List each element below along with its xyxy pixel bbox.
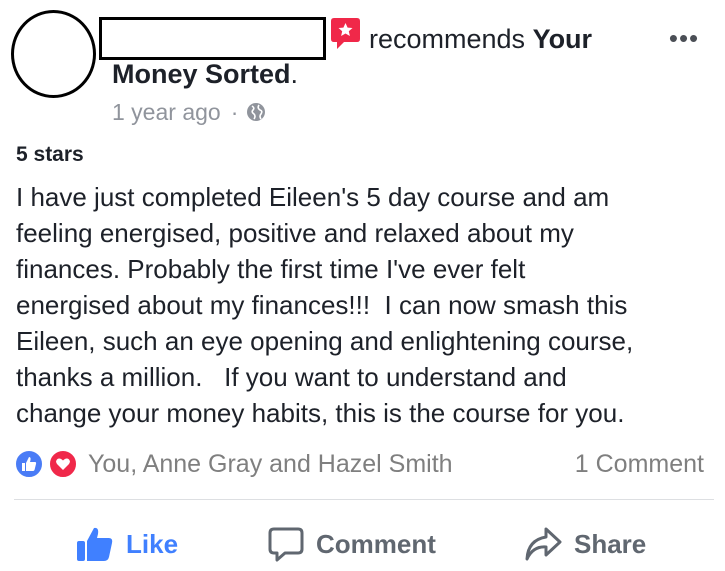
review-line: Eileen, such an eye opening and enlighte… <box>16 326 634 356</box>
review-line: I have just completed Eileen's 5 day cou… <box>16 182 610 212</box>
thumbs-up-icon <box>77 527 113 561</box>
reactions-summary: You, Anne Gray and Hazel Smith 1 Comment <box>14 446 714 482</box>
page-name-link-continued[interactable]: Money Sorted <box>112 59 291 89</box>
review-line: change your money habits, this is the co… <box>16 398 625 428</box>
globe-icon <box>247 103 266 121</box>
period: . <box>290 59 299 89</box>
review-line: feeling energised, positive and relaxed … <box>16 218 574 248</box>
review-line: finances. Probably the first time I've e… <box>16 254 526 284</box>
recommends-text: recommends <box>369 24 533 54</box>
review-text: I have just completed Eileen's 5 day cou… <box>16 179 716 431</box>
post-meta: 1 year ago · <box>112 98 266 126</box>
comment-label: Comment <box>316 528 436 559</box>
love-reaction-icon <box>48 449 78 479</box>
share-label: Share <box>574 528 647 559</box>
meta-separator: · <box>230 99 239 125</box>
reaction-icons[interactable] <box>14 449 84 479</box>
comment-bubble-icon <box>268 527 304 562</box>
reaction-names[interactable]: You, Anne Gray and Hazel Smith <box>88 446 453 482</box>
rating-label: 5 stars <box>16 143 84 166</box>
divider <box>14 499 714 500</box>
comment-button[interactable]: Comment <box>268 520 436 568</box>
review-line: thanks a million. If you want to underst… <box>16 362 567 392</box>
post-header: recommends Your Money Sorted. <box>112 22 652 92</box>
like-reaction-icon <box>14 449 44 479</box>
like-label: Like <box>126 528 179 559</box>
timestamp[interactable]: 1 year ago <box>112 98 221 126</box>
share-button[interactable]: Share <box>524 520 646 568</box>
review-line: energised about my finances!!! I can now… <box>16 290 628 320</box>
more-options-button[interactable]: ••• <box>664 25 704 51</box>
share-arrow-icon <box>525 527 562 561</box>
like-button[interactable]: Like <box>76 520 178 568</box>
avatar[interactable] <box>11 10 96 98</box>
page-name-link[interactable]: Your <box>533 24 593 54</box>
comment-count[interactable]: 1 Comment <box>575 446 704 482</box>
